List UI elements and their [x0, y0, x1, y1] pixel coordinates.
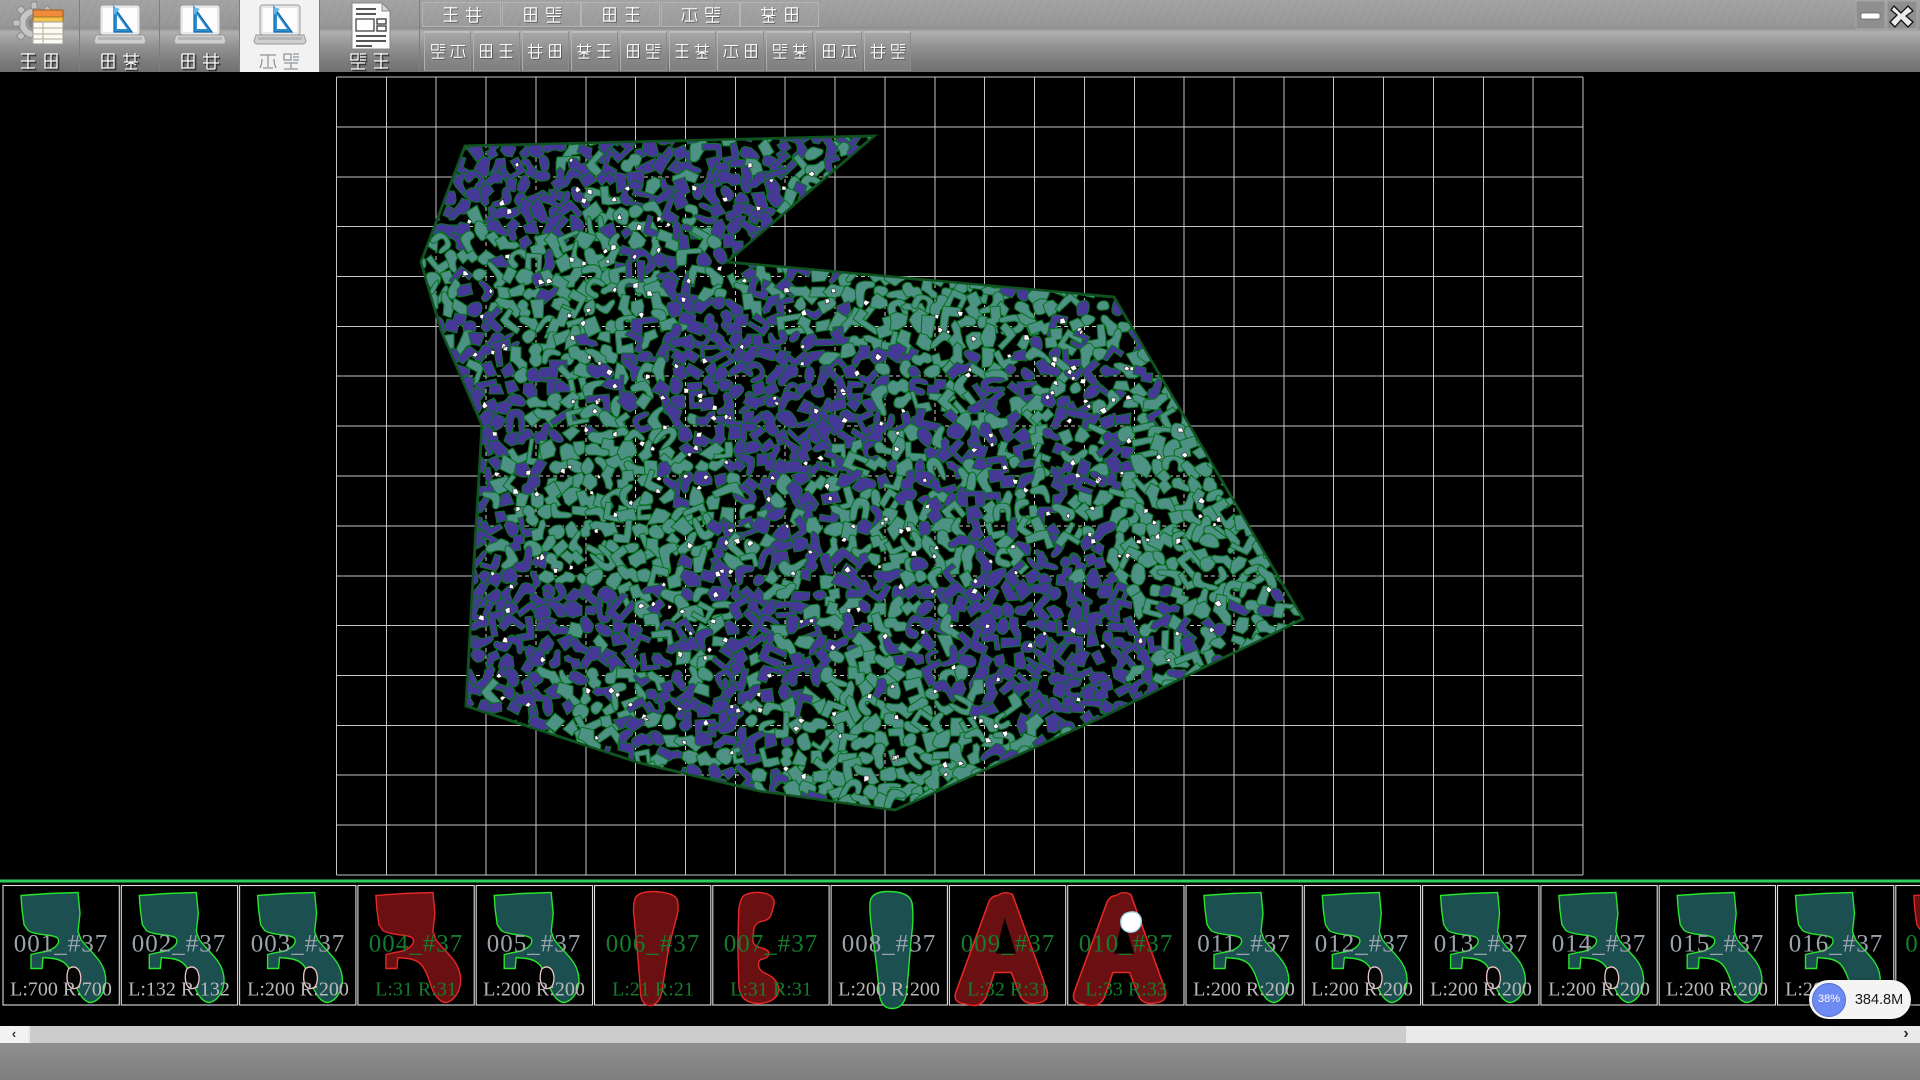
- svg-text:L:200 R:200: L:200 R:200: [1666, 979, 1768, 1001]
- svg-text:015_#37: 015_#37: [1670, 931, 1765, 958]
- svg-text:0: 0: [1905, 931, 1919, 958]
- svg-text:L:700 R:700: L:700 R:700: [10, 979, 112, 1001]
- svg-text:011_#37: 011_#37: [1197, 931, 1291, 958]
- svg-text:008_#37: 008_#37: [842, 931, 937, 958]
- svg-text:L:21 R:21: L:21 R:21: [612, 979, 694, 1001]
- svg-text:005_#37: 005_#37: [487, 931, 582, 958]
- svg-text:L:31 R:31: L:31 R:31: [375, 979, 457, 1001]
- svg-text:010_#37: 010_#37: [1079, 931, 1174, 958]
- svg-text:001_#37: 001_#37: [14, 931, 109, 958]
- svg-text:L:200 R:200: L:200 R:200: [1311, 979, 1413, 1001]
- svg-text:009_#37: 009_#37: [961, 931, 1056, 958]
- svg-text:L:200 R:200: L:200 R:200: [1430, 979, 1532, 1001]
- svg-text:L:200 R:200: L:200 R:200: [1193, 979, 1295, 1001]
- svg-text:002_#37: 002_#37: [132, 931, 227, 958]
- svg-text:006_#37: 006_#37: [606, 931, 701, 958]
- svg-text:013_#37: 013_#37: [1434, 931, 1529, 958]
- svg-text:004_#37: 004_#37: [369, 931, 464, 958]
- svg-text:L:200 R:200: L:200 R:200: [838, 979, 940, 1001]
- svg-text:L:132 R:132: L:132 R:132: [128, 979, 230, 1001]
- svg-text:L:200 R:200: L:200 R:200: [483, 979, 585, 1001]
- svg-text:007_#37: 007_#37: [724, 931, 819, 958]
- svg-text:L:31 R:31: L:31 R:31: [730, 979, 812, 1001]
- svg-text:L:200 R:200: L:200 R:200: [1548, 979, 1650, 1001]
- svg-text:016_#37: 016_#37: [1789, 931, 1884, 958]
- svg-text:L:200 R:200: L:200 R:200: [247, 979, 349, 1001]
- svg-text:014_#37: 014_#37: [1552, 931, 1647, 958]
- svg-text:003_#37: 003_#37: [251, 931, 346, 958]
- svg-text:012_#37: 012_#37: [1315, 931, 1410, 958]
- svg-text:L:32 R:31: L:32 R:31: [967, 979, 1049, 1001]
- svg-text:L:33 R:33: L:33 R:33: [1085, 979, 1167, 1001]
